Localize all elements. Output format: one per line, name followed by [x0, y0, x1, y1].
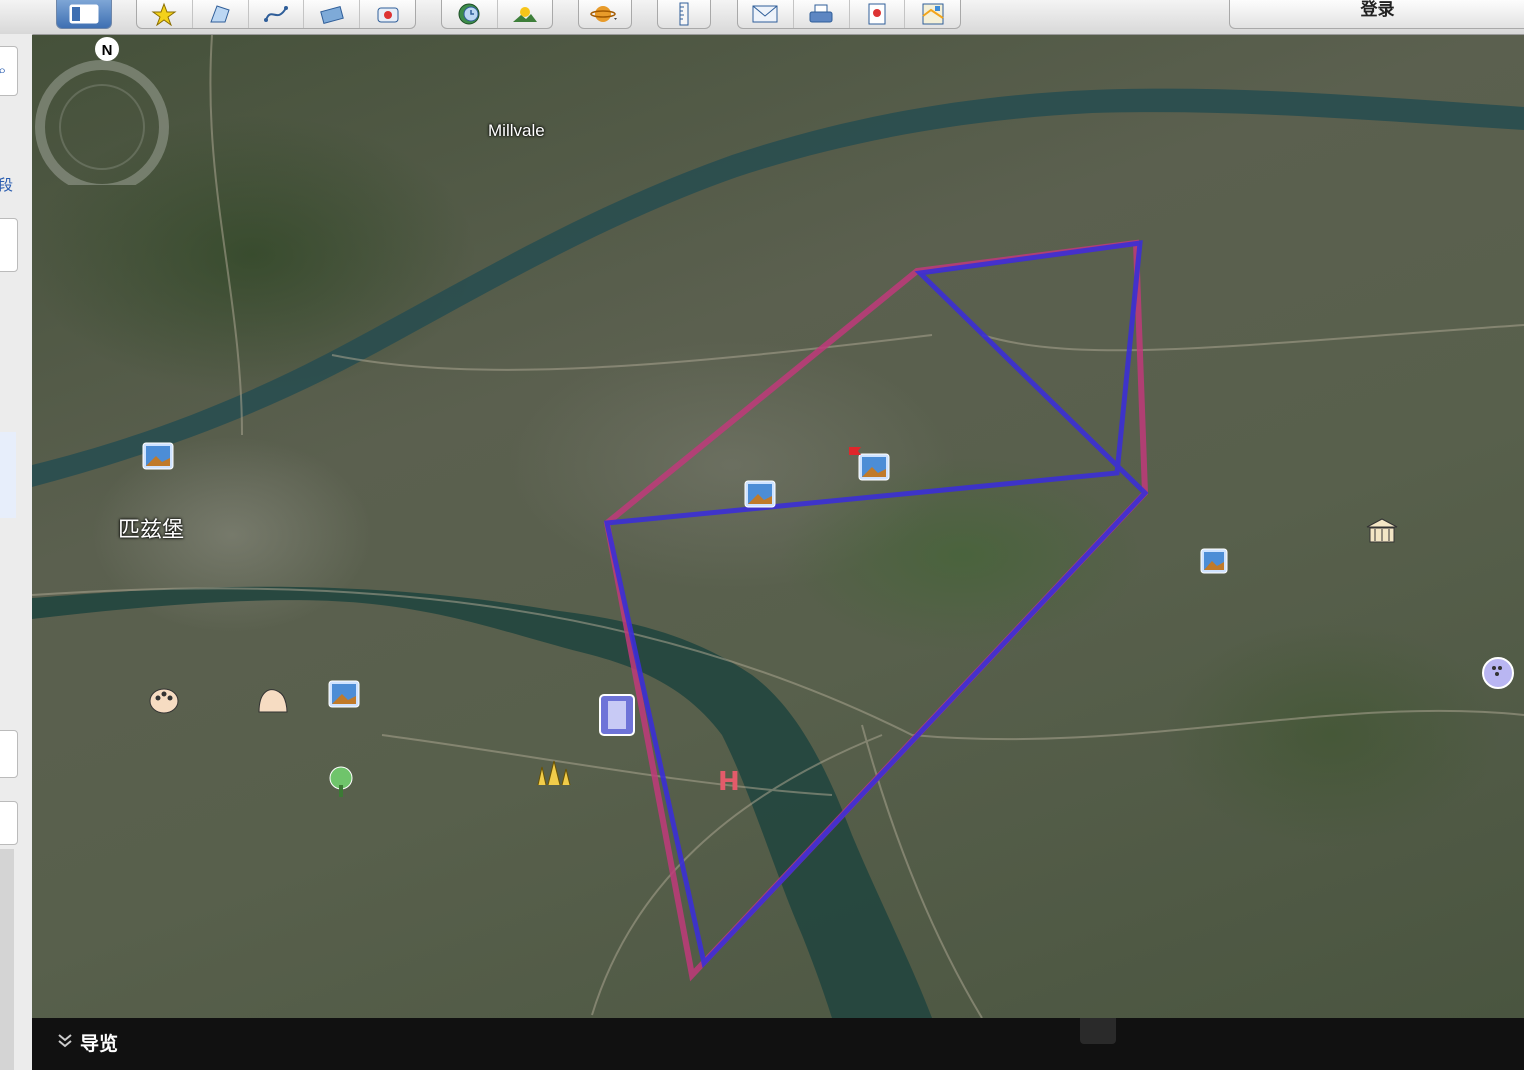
view-in-maps-button[interactable] [905, 0, 960, 28]
side-panel: ⌕ 段 [0, 34, 33, 1070]
map-view[interactable]: Millvale 匹兹堡 H N [32, 35, 1524, 1018]
landmark-pin-icon[interactable] [534, 757, 574, 787]
sidebar-fragment-text: 段 [0, 174, 13, 195]
park-pin-icon[interactable] [326, 765, 356, 799]
overlay-outline-pink [603, 239, 1149, 982]
flag-pin-icon[interactable] [847, 445, 865, 461]
planets-icon [590, 6, 617, 22]
map-layers [32, 35, 1524, 1018]
record-tour-icon [377, 7, 399, 23]
panel-field-edge[interactable] [0, 801, 18, 845]
sunlight-icon [512, 7, 537, 22]
save-image-button[interactable] [850, 0, 906, 28]
navigation-grip[interactable] [1080, 1018, 1116, 1044]
print-button[interactable] [794, 0, 850, 28]
navigation-label[interactable]: 导览 [80, 1029, 118, 1056]
historical-imagery-button[interactable] [442, 0, 498, 28]
ruler-button[interactable] [658, 0, 710, 28]
print-icon [809, 4, 833, 23]
add-polygon-button[interactable] [193, 0, 249, 28]
email-icon [752, 5, 778, 23]
selected-row-strip [0, 432, 16, 518]
photo-pin-icon[interactable] [142, 442, 174, 470]
ruler-icon [679, 2, 689, 26]
photo-pin-icon[interactable] [1200, 548, 1228, 574]
map-label-millvale: Millvale [488, 121, 545, 140]
toolbar-group-view [441, 0, 553, 29]
sidebar-toggle-icon [69, 4, 99, 24]
historical-imagery-icon [458, 3, 480, 25]
toolbar: 登录 [0, 0, 1524, 35]
toolbar-group-planets [578, 0, 632, 29]
hospital-pin-icon[interactable]: H [714, 765, 744, 795]
sunlight-button[interactable] [498, 0, 553, 28]
monongahela-river [32, 586, 932, 1018]
art-pin-icon[interactable] [148, 685, 180, 717]
bowling-pin-icon[interactable] [1481, 656, 1515, 690]
signin-button[interactable]: 登录 [1229, 0, 1524, 29]
toolbar-group-create [136, 0, 416, 29]
sidebar-toggle-button[interactable] [56, 0, 112, 29]
compass-north-label: N [102, 42, 113, 59]
view-in-maps-icon [922, 3, 944, 25]
add-path-button[interactable] [249, 0, 305, 28]
polygon-icon [210, 5, 230, 23]
film-pin-icon[interactable] [598, 693, 636, 737]
record-tour-button[interactable] [360, 0, 415, 28]
places-panel-edge[interactable] [0, 218, 18, 272]
overlay-outline-blue [603, 240, 1149, 969]
save-image-icon [868, 3, 886, 25]
photo-pin-icon[interactable] [744, 480, 776, 508]
navigation-bar [32, 1018, 1524, 1070]
placemark-icon [151, 2, 177, 26]
email-button[interactable] [738, 0, 794, 28]
toolbar-group-ruler [657, 0, 711, 29]
compass-control[interactable]: N [32, 35, 182, 185]
chevron-down-icon[interactable] [56, 1032, 74, 1050]
panel-button-edge[interactable] [0, 730, 18, 778]
toolbar-group-share [737, 0, 961, 29]
add-placemark-button[interactable] [137, 0, 193, 28]
scrollbar[interactable] [0, 849, 14, 1070]
map-label-pittsburgh: 匹兹堡 [118, 517, 185, 542]
planets-button[interactable] [579, 0, 631, 28]
search-icon: ⌕ [0, 62, 6, 79]
add-image-overlay-button[interactable] [304, 0, 361, 28]
svg-text:H: H [718, 767, 740, 795]
path-icon [263, 6, 288, 22]
photo-pin-icon[interactable] [328, 680, 360, 708]
museum-pin-icon[interactable] [1365, 517, 1399, 547]
music-pin-icon[interactable] [255, 682, 291, 716]
image-overlay-icon [319, 6, 344, 24]
allegheny-river [32, 88, 1524, 487]
